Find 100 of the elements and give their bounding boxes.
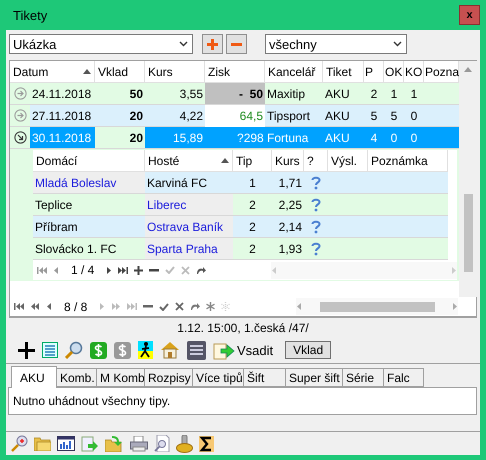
search-icon[interactable] — [65, 341, 83, 359]
tab[interactable]: AKU — [11, 366, 57, 388]
folder-arrow-icon[interactable] — [105, 435, 124, 452]
table-cell: 2 — [233, 194, 272, 216]
table-cell: 64,5 — [240, 108, 263, 122]
sigma-icon[interactable] — [199, 436, 214, 452]
column-header[interactable]: OK — [384, 61, 404, 83]
table-cell: 27.11.2018 — [30, 105, 95, 127]
table-cell: 1,71 — [272, 172, 304, 194]
filter-dropdown[interactable]: všechny — [265, 34, 407, 54]
question-icon — [311, 198, 321, 212]
collapse-row-icon[interactable] — [14, 131, 26, 144]
next-page-icon[interactable] — [111, 302, 122, 311]
scrollbar-thumb[interactable] — [464, 194, 472, 272]
remove-button[interactable] — [226, 34, 247, 54]
table-cell: 2 — [364, 83, 384, 105]
column-header[interactable]: Zisk — [205, 61, 265, 83]
expand-row-icon[interactable] — [14, 109, 26, 122]
joystick-icon[interactable] — [176, 434, 193, 452]
delete-record-icon[interactable] — [143, 305, 154, 308]
document-arrow-icon — [213, 340, 235, 360]
tab[interactable]: M Komb — [96, 368, 145, 387]
column-header[interactable]: Domácí — [33, 150, 145, 172]
tab[interactable]: Falc — [383, 368, 424, 387]
table-cell: 1 — [233, 172, 272, 194]
scrollbar-thumb[interactable] — [320, 302, 434, 312]
table-cell: 1 — [384, 83, 404, 105]
record-position: 8 / 8 — [64, 300, 88, 314]
document-export-icon[interactable] — [81, 435, 99, 452]
table-cell: 0 — [404, 105, 424, 127]
column-header[interactable]: Hosté — [145, 150, 233, 172]
house-icon[interactable] — [160, 341, 180, 359]
stake-button[interactable]: Vklad — [285, 341, 332, 359]
refresh-icon[interactable] — [190, 302, 200, 311]
column-header[interactable]: P — [364, 61, 384, 83]
sort-ascending-icon — [221, 158, 229, 163]
match-info: 1.12. 15:00, 1.česká /47/ — [177, 321, 309, 335]
walking-person-icon[interactable] — [138, 341, 153, 359]
column-header[interactable]: Kurs — [272, 150, 304, 172]
table-cell: 1,93 — [272, 238, 304, 260]
expand-row-icon[interactable] — [14, 87, 26, 100]
close-button[interactable]: x — [459, 5, 480, 25]
column-header[interactable]: Tip — [233, 150, 272, 172]
tab[interactable]: Komb. — [56, 368, 97, 387]
asterisk-icon[interactable] — [206, 302, 216, 311]
zoom-in-icon[interactable] — [11, 435, 28, 452]
place-bet-button[interactable]: Vsadit — [213, 340, 274, 360]
table-cell: 4 — [364, 127, 384, 149]
column-header[interactable]: KO — [404, 61, 424, 83]
tab[interactable]: Šift — [243, 368, 286, 387]
column-header[interactable]: Vklad — [95, 61, 145, 83]
column-header[interactable]: Tiket — [323, 61, 364, 83]
column-header[interactable]: Pozna — [424, 61, 459, 83]
delete-record-icon[interactable] — [149, 268, 160, 272]
previous-record-icon[interactable] — [46, 302, 52, 311]
chart-window-icon[interactable] — [57, 436, 75, 451]
cancel-icon[interactable] — [175, 302, 184, 311]
column-header[interactable]: Datum — [10, 61, 95, 83]
profile-dropdown[interactable]: Ukázka — [9, 34, 193, 54]
previous-page-icon[interactable] — [30, 302, 40, 311]
table-cell: 30.11.2018 — [30, 127, 95, 149]
table-cell: 0 — [404, 127, 424, 149]
tab[interactable]: Série — [342, 368, 384, 387]
printer-icon[interactable] — [130, 436, 148, 452]
last-record-icon[interactable] — [118, 266, 128, 274]
scroll-up-icon[interactable] — [464, 67, 472, 72]
add-record-icon[interactable] — [134, 266, 144, 274]
table-cell: 24.11.2018 — [30, 83, 95, 105]
add-button[interactable] — [202, 34, 223, 54]
table-cell: Maxitip — [265, 83, 323, 105]
question-icon — [311, 220, 321, 234]
document-search-icon[interactable] — [154, 435, 170, 452]
column-header[interactable]: Kancelář — [265, 61, 323, 83]
tab[interactable]: Více tipů — [192, 368, 244, 387]
first-record-icon[interactable] — [37, 266, 47, 274]
plus-icon[interactable] — [18, 342, 35, 358]
column-header[interactable]: ? — [304, 150, 328, 172]
dollar-icon[interactable] — [114, 342, 131, 358]
previous-record-icon[interactable] — [53, 266, 59, 274]
confirm-icon[interactable] — [159, 302, 170, 310]
horizontal-scrollbar[interactable] — [296, 298, 458, 315]
tab[interactable]: Rozpisy — [144, 368, 193, 387]
minus-icon — [231, 42, 242, 46]
tab[interactable]: Super šift — [285, 368, 343, 387]
column-header[interactable]: Výsl. — [328, 150, 368, 172]
table-cell: Fortuna — [265, 127, 323, 149]
dollar-icon[interactable] — [90, 342, 107, 358]
table-cell: Tipsport — [265, 105, 323, 127]
table-cell: 2 — [233, 238, 272, 260]
next-record-icon[interactable] — [106, 266, 112, 274]
vertical-scrollbar[interactable] — [459, 61, 477, 297]
first-record-icon[interactable] — [14, 302, 24, 311]
refresh-icon[interactable] — [196, 266, 206, 274]
column-header[interactable]: Kurs — [145, 61, 205, 83]
list-icon[interactable] — [42, 342, 58, 358]
table-cell: Sparta Praha — [145, 238, 233, 260]
table-cell: AKU — [323, 83, 364, 105]
table-cell: Ostrava Baník — [145, 216, 233, 238]
folders-icon[interactable] — [34, 436, 51, 451]
column-header[interactable]: Poznámka — [368, 150, 448, 172]
